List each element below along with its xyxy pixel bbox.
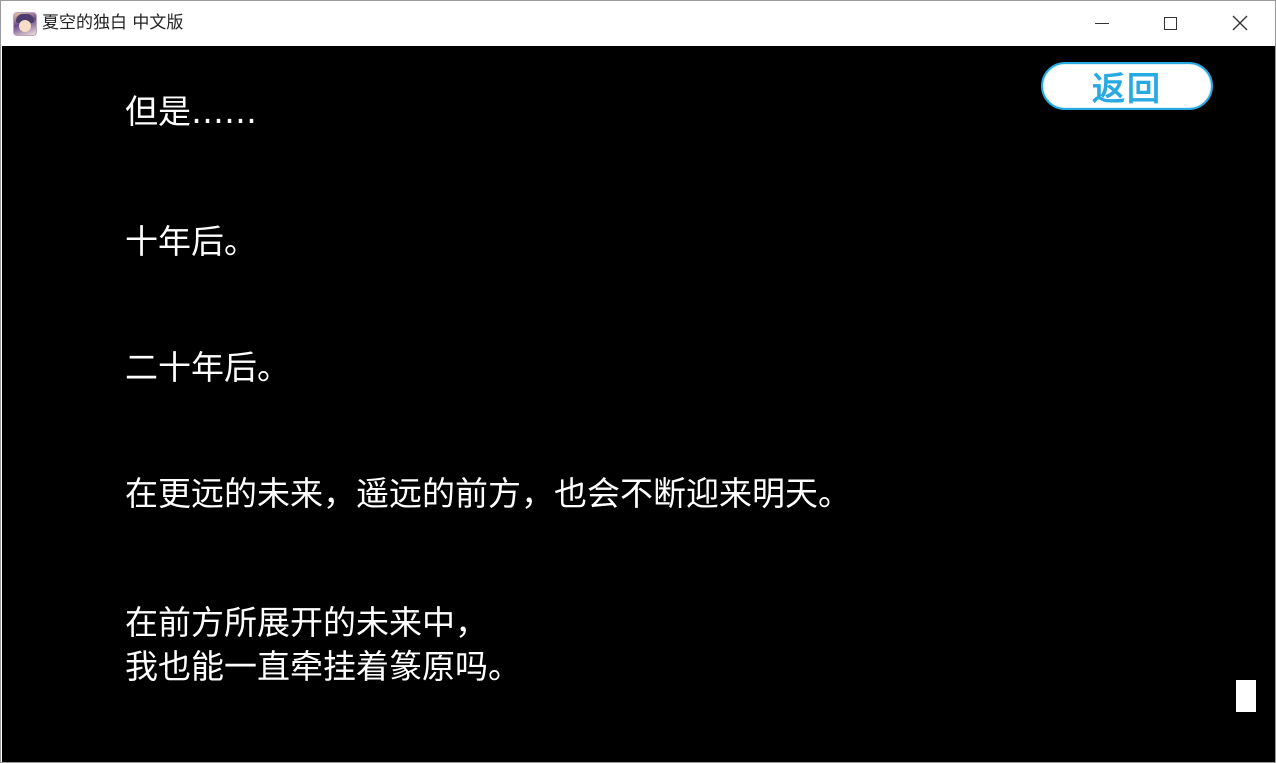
app-icon[interactable] [13,12,37,36]
backlog-line: 在前方所展开的未来中， [125,603,488,642]
minimize-button[interactable] [1079,1,1125,45]
backlog-line: 二十年后。 [125,348,290,387]
app-icon-face [19,20,31,32]
back-button[interactable]: 返回 [1041,62,1213,110]
title-bar[interactable]: 夏空的独白 中文版 [1,1,1275,45]
backlog-line: 十年后。 [125,222,257,261]
window-title: 夏空的独白 中文版 [42,13,184,33]
app-window: 夏空的独白 中文版 返回 但是…… 十年后。 二十年后。 在更远的未来，遥远的前… [0,0,1276,763]
backlog-line: 在更远的未来，遥远的前方，也会不断迎来明天。 [125,474,851,513]
maximize-button[interactable] [1147,1,1193,45]
close-button[interactable] [1217,1,1263,45]
minimize-icon [1095,22,1109,24]
game-screen[interactable]: 返回 但是…… 十年后。 二十年后。 在更远的未来，遥远的前方，也会不断迎来明天… [2,46,1275,762]
backlog-line: 我也能一直牵挂着篆原吗。 [125,647,521,686]
close-icon [1232,15,1248,31]
scroll-cursor[interactable] [1236,680,1256,712]
backlog-line: 但是…… [125,92,257,131]
maximize-icon [1163,16,1177,30]
